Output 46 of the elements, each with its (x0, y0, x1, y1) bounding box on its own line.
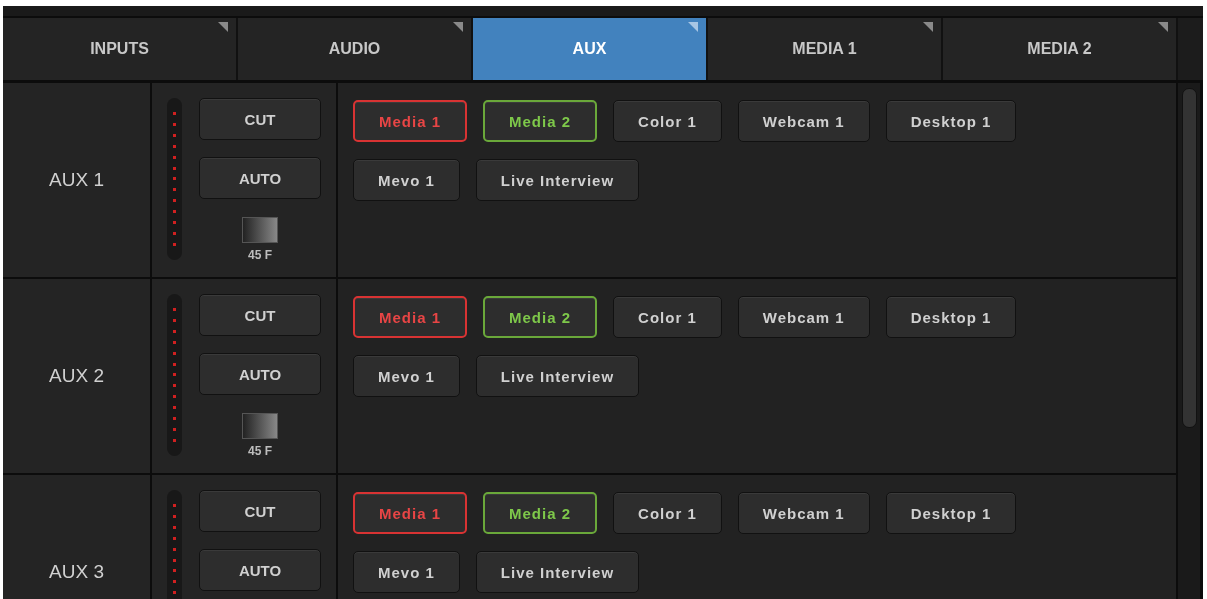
tab[interactable]: AUDIO (238, 18, 471, 80)
transition-gradient-icon[interactable] (242, 217, 278, 243)
corner-triangle-icon (453, 22, 463, 32)
source-button[interactable]: Media 2 (483, 296, 598, 338)
transition-gradient-icon[interactable] (242, 413, 278, 439)
source-button[interactable]: Color 1 (613, 100, 722, 142)
tab[interactable]: MEDIA 1 (708, 18, 941, 80)
transition-duration: 45 F (248, 444, 272, 458)
source-button[interactable]: Media 2 (483, 492, 598, 534)
auto-button[interactable]: AUTO (199, 549, 321, 591)
aux-label: AUX 2 (3, 279, 152, 473)
source-button[interactable]: Desktop 1 (885, 100, 1017, 142)
corner-triangle-icon (923, 22, 933, 32)
cut-button[interactable]: CUT (199, 294, 321, 336)
tab[interactable]: MEDIA 2 (943, 18, 1176, 80)
cut-button[interactable]: CUT (199, 490, 321, 532)
source-button[interactable]: Mevo 1 (353, 355, 460, 397)
source-button[interactable]: Live Interview (475, 355, 640, 397)
source-button[interactable]: Desktop 1 (885, 492, 1017, 534)
source-button[interactable]: Live Interview (475, 159, 640, 201)
source-button[interactable]: Color 1 (613, 296, 722, 338)
corner-triangle-icon (688, 22, 698, 32)
aux-label: AUX 3 (3, 475, 152, 599)
corner-triangle-icon (1158, 22, 1168, 32)
tab[interactable]: INPUTS (3, 18, 236, 80)
source-button[interactable]: Media 1 (353, 296, 468, 338)
scrollbar-thumb[interactable] (1181, 88, 1197, 428)
source-button[interactable]: Webcam 1 (737, 296, 870, 338)
aux-label: AUX 1 (3, 83, 152, 277)
transition-duration: 45 F (248, 248, 272, 262)
source-button[interactable]: Live Interview (475, 551, 640, 593)
auto-button[interactable]: AUTO (199, 157, 321, 199)
corner-triangle-icon (218, 22, 228, 32)
scrollbar-track[interactable] (1176, 83, 1203, 599)
cut-button[interactable]: CUT (199, 98, 321, 140)
source-button[interactable]: Webcam 1 (737, 492, 870, 534)
source-button[interactable]: Media 1 (353, 492, 468, 534)
source-button[interactable]: Color 1 (613, 492, 722, 534)
source-button[interactable]: Webcam 1 (737, 100, 870, 142)
source-button[interactable]: Desktop 1 (885, 296, 1017, 338)
auto-button[interactable]: AUTO (199, 353, 321, 395)
tab[interactable]: AUX (473, 18, 706, 80)
source-button[interactable]: Mevo 1 (353, 159, 460, 201)
source-button[interactable]: Mevo 1 (353, 551, 460, 593)
source-button[interactable]: Media 2 (483, 100, 598, 142)
source-button[interactable]: Media 1 (353, 100, 468, 142)
